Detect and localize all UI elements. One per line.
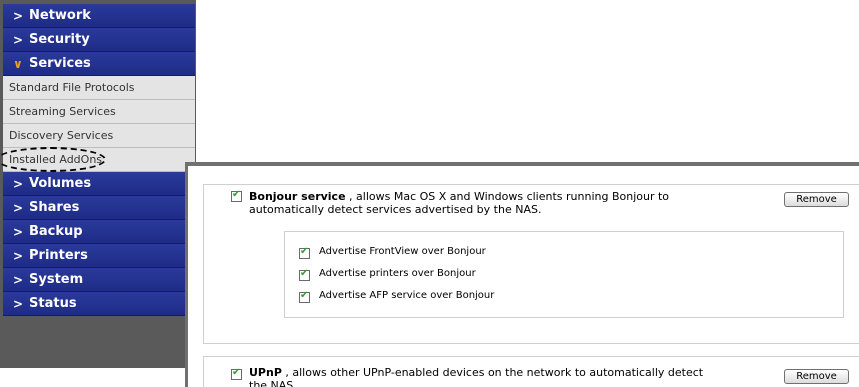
nav-item-system[interactable]: > System xyxy=(3,268,195,292)
nav-item-label: Backup xyxy=(29,224,83,239)
chevron-right-icon: > xyxy=(13,248,24,263)
bonjour-service-section: ✔ Bonjour service , allows Mac OS X and … xyxy=(203,184,859,344)
nav-item-label: Shares xyxy=(29,200,80,215)
panel-border xyxy=(185,162,188,387)
nav-item-label: Services xyxy=(29,56,91,71)
chevron-right-icon: > xyxy=(13,296,24,311)
nav-item-backup[interactable]: > Backup xyxy=(3,220,195,244)
upnp-service-checkbox[interactable]: ✔ xyxy=(231,367,242,380)
chevron-right-icon: > xyxy=(13,200,24,215)
upnp-service-section: ✔ UPnP , allows other UPnP-enabled devic… xyxy=(203,356,859,387)
checkmark-icon: ✔ xyxy=(232,367,241,378)
checkmark-icon: ✔ xyxy=(300,268,309,279)
upnp-remove-button[interactable]: Remove xyxy=(784,369,849,384)
bonjour-options-box: ✔ Advertise FrontView over Bonjour ✔ Adv… xyxy=(284,231,844,318)
checkmark-icon: ✔ xyxy=(232,189,241,200)
service-name: UPnP xyxy=(249,366,282,379)
chevron-right-icon: > xyxy=(13,224,24,239)
bonjour-service-checkbox[interactable]: ✔ xyxy=(231,189,242,202)
bonjour-service-description: Bonjour service , allows Mac OS X and Wi… xyxy=(249,190,724,216)
chevron-right-icon: > xyxy=(13,272,24,287)
submenu-item-label: Discovery Services xyxy=(9,129,114,142)
checkmark-icon: ✔ xyxy=(300,246,309,257)
nav-item-label: Security xyxy=(29,32,90,47)
service-name: Bonjour service xyxy=(249,190,346,203)
nav-item-printers[interactable]: > Printers xyxy=(3,244,195,268)
advertise-frontview-checkbox[interactable]: ✔ xyxy=(299,246,310,259)
nav-item-security[interactable]: > Security xyxy=(3,28,195,52)
advertise-afp-checkbox[interactable]: ✔ xyxy=(299,290,310,303)
submenu-item-label: Streaming Services xyxy=(9,105,116,118)
submenu-item-discovery-services[interactable]: Discovery Services xyxy=(3,124,195,148)
submenu-item-installed-addons[interactable]: Installed AddOns xyxy=(3,148,195,172)
nav-item-label: Network xyxy=(29,8,91,23)
checkmark-icon: ✔ xyxy=(300,290,309,301)
nav-item-label: System xyxy=(29,272,84,287)
upnp-service-description: UPnP , allows other UPnP-enabled devices… xyxy=(249,366,724,387)
advertise-printers-checkbox[interactable]: ✔ xyxy=(299,268,310,281)
option-label: Advertise AFP service over Bonjour xyxy=(319,290,495,301)
bonjour-remove-button[interactable]: Remove xyxy=(784,192,849,207)
chevron-down-icon: ∨ xyxy=(13,56,23,71)
nav-item-shares[interactable]: > Shares xyxy=(3,196,195,220)
panel-border xyxy=(185,162,859,166)
submenu-item-standard-file-protocols[interactable]: Standard File Protocols xyxy=(3,76,195,100)
submenu-item-streaming-services[interactable]: Streaming Services xyxy=(3,100,195,124)
service-description: , allows other UPnP-enabled devices on t… xyxy=(249,366,704,387)
submenu-item-label: Installed AddOns xyxy=(9,153,103,166)
submenu-item-label: Standard File Protocols xyxy=(9,81,135,94)
nav-item-label: Volumes xyxy=(29,176,92,191)
chevron-right-icon: > xyxy=(13,176,24,191)
sidebar-nav: > Network > Security ∨ Services Standard… xyxy=(0,0,196,368)
nav-item-volumes[interactable]: > Volumes xyxy=(3,172,195,196)
nav-item-network[interactable]: > Network xyxy=(3,4,195,28)
chevron-right-icon: > xyxy=(13,32,24,47)
nav-item-services[interactable]: ∨ Services xyxy=(3,52,195,76)
nav-item-label: Printers xyxy=(29,248,88,263)
option-label: Advertise FrontView over Bonjour xyxy=(319,246,486,257)
nav-item-label: Status xyxy=(29,296,77,311)
services-panel: ✔ Bonjour service , allows Mac OS X and … xyxy=(185,162,859,387)
nav-item-status[interactable]: > Status xyxy=(3,292,195,316)
chevron-right-icon: > xyxy=(13,8,24,23)
option-label: Advertise printers over Bonjour xyxy=(319,268,476,279)
